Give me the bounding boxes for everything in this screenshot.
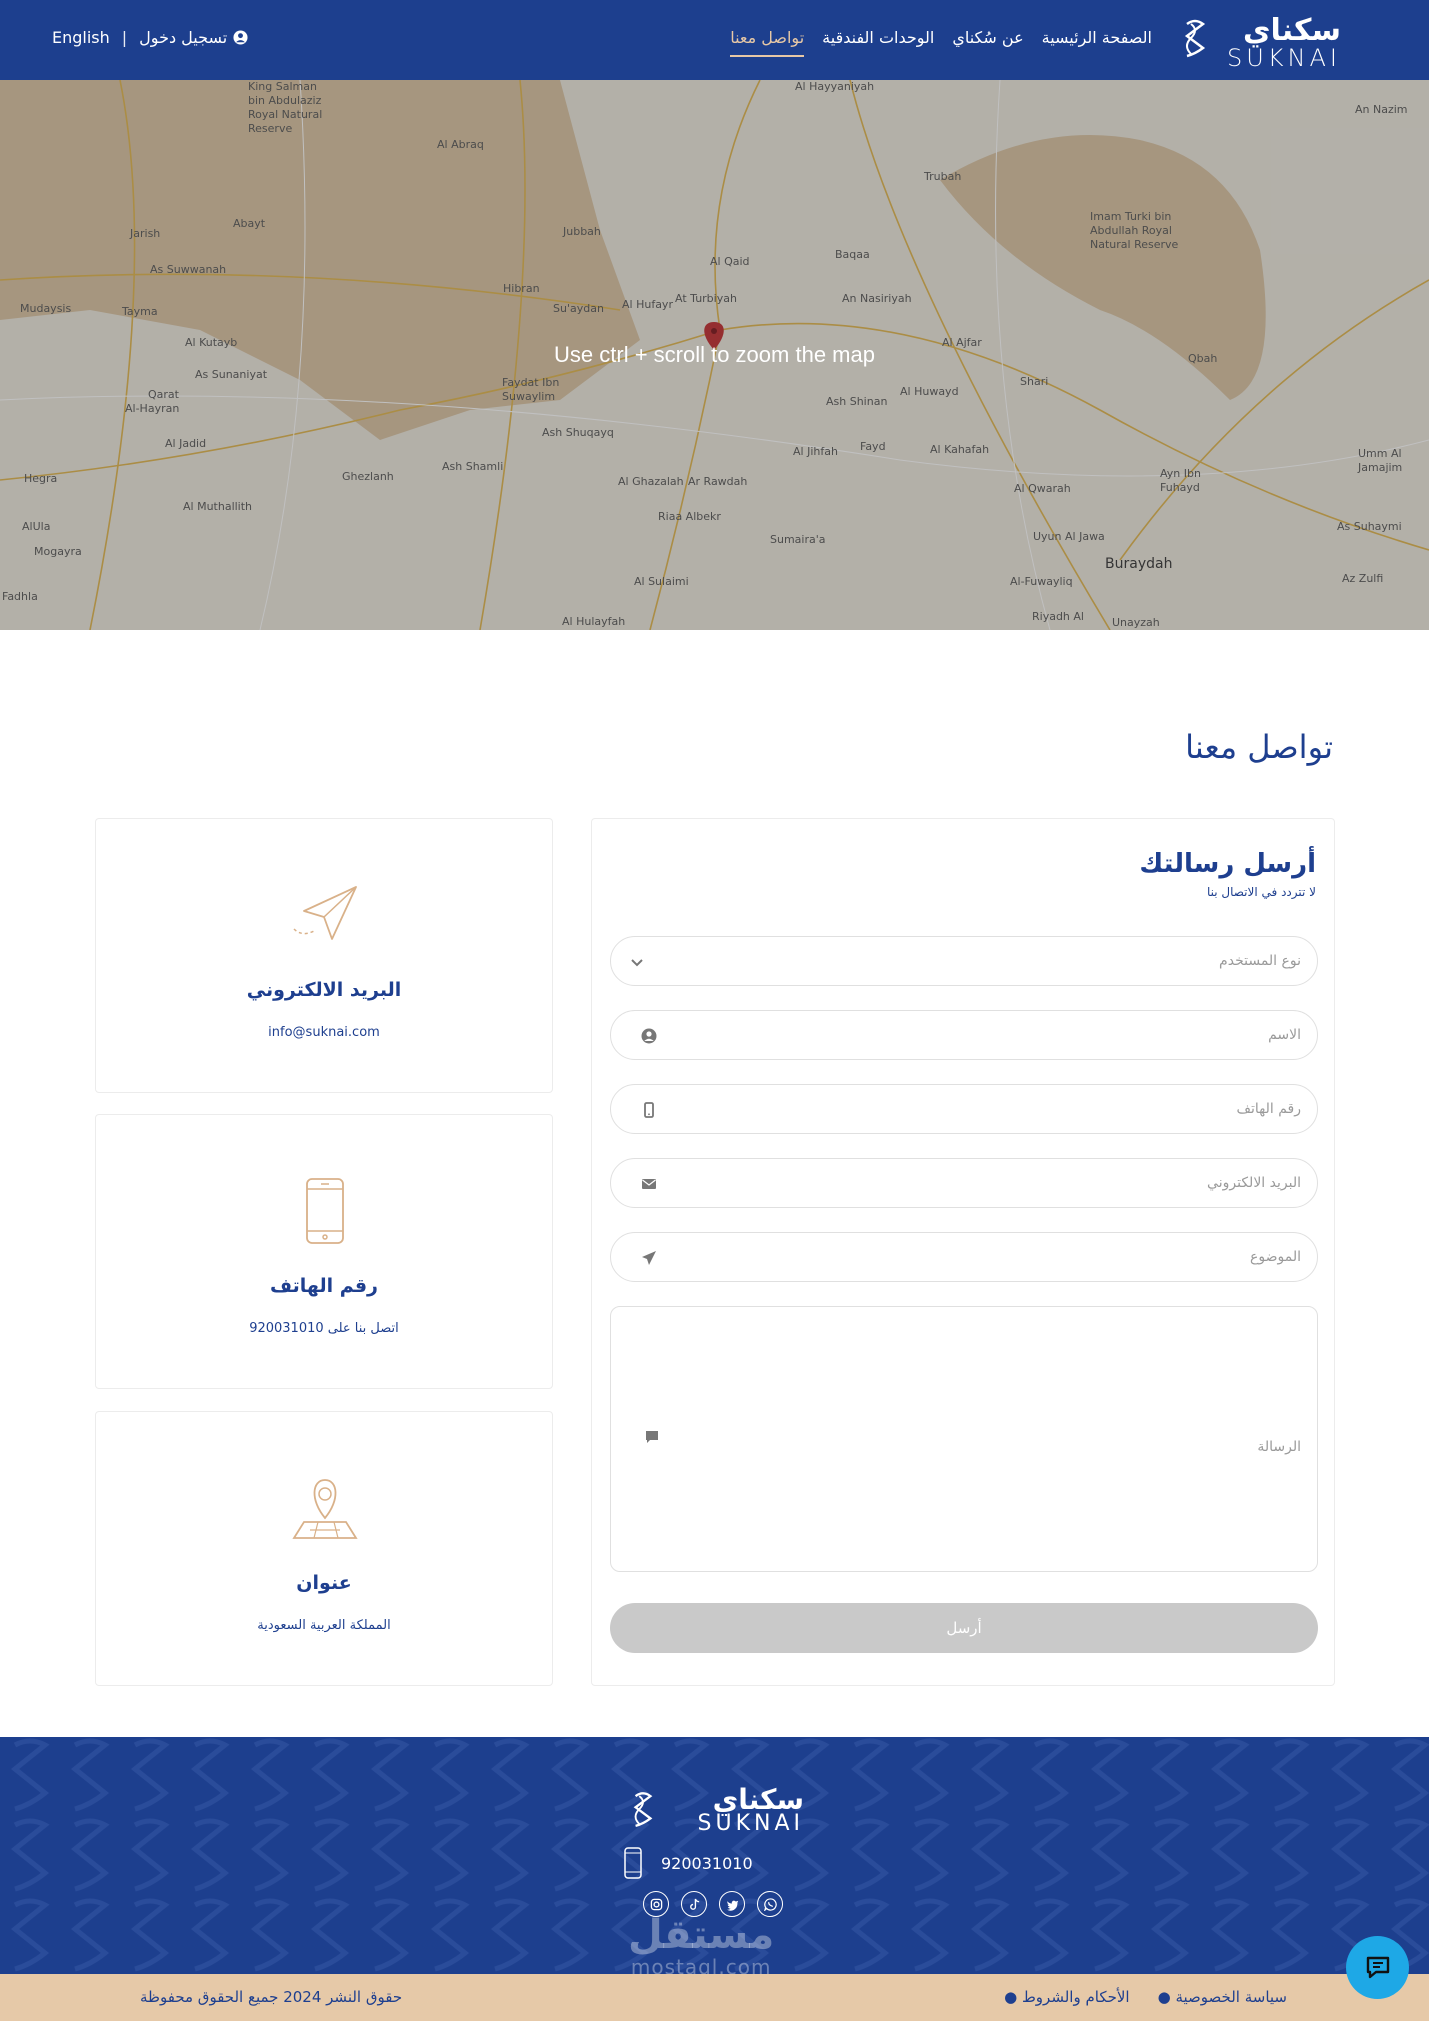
- main-nav: الصفحة الرئيسية عن سُكناي الوحدات الفندق…: [730, 28, 1152, 57]
- user-type-placeholder: نوع المستخدم: [1219, 953, 1301, 969]
- legal-links: ● سياسة الخصوصية ● الأحكام والشروط: [1004, 1988, 1287, 2006]
- watermark-english: mostaql.com: [630, 1955, 772, 1974]
- email-field[interactable]: البريد الالكتروني: [610, 1158, 1318, 1208]
- email-card-value[interactable]: info@suknai.com: [96, 1025, 552, 1040]
- language-switch[interactable]: English: [52, 28, 110, 47]
- chat-bubble-icon: [1366, 1956, 1389, 1978]
- footer-bottom-bar: حقوق النشر 2024 جميع الحقوق محفوظة ● سيا…: [0, 1974, 1429, 2021]
- form-subheading: لا تتردد في الاتصال بنا: [1206, 885, 1316, 899]
- email-card: البريد الالكتروني info@suknai.com: [95, 818, 553, 1093]
- logo-english: SUKNAI: [1227, 44, 1341, 72]
- login-label: تسجيل دخول: [139, 28, 228, 47]
- mobile-phone-icon: [306, 1178, 344, 1244]
- name-placeholder: الاسم: [1268, 1027, 1301, 1043]
- mostaql-watermark: مستقل mostaql.com: [628, 1915, 774, 1974]
- envelope-icon: [642, 1179, 656, 1189]
- location-map[interactable]: Al Hayyaniyah Al Abraq Jubbah Al Qaid Ba…: [0, 80, 1429, 630]
- submit-button[interactable]: أرسل: [610, 1603, 1318, 1653]
- comment-icon: [646, 1431, 658, 1443]
- phone-card-title: رقم الهاتف: [270, 1275, 378, 1297]
- nav-contact[interactable]: تواصل معنا: [730, 28, 804, 57]
- chevron-down-icon: [631, 959, 643, 967]
- user-type-select[interactable]: نوع المستخدم: [610, 936, 1318, 986]
- map-zoom-message: Use ctrl + scroll to zoom the map: [554, 342, 875, 367]
- phone-card-value[interactable]: اتصل بنا على 920031010: [96, 1321, 552, 1336]
- phone-card: رقم الهاتف اتصل بنا على 920031010: [95, 1114, 553, 1389]
- address-card-value: المملكة العربية السعودية: [257, 1618, 391, 1633]
- name-field[interactable]: الاسم: [610, 1010, 1318, 1060]
- top-actions: English | تسجيل دخول: [52, 28, 248, 47]
- privacy-label: سياسة الخصوصية: [1175, 1988, 1287, 2006]
- footer-logo-english: SUKNAI: [697, 1811, 804, 1836]
- user-icon: [641, 1028, 657, 1044]
- terms-link[interactable]: ● الأحكام والشروط: [1004, 1988, 1130, 2006]
- privacy-link[interactable]: ● سياسة الخصوصية: [1158, 1988, 1287, 2006]
- footer: سكناي SUKNAI 920031010 مستقل mostaql.com: [0, 1737, 1429, 1974]
- logo-mark-icon: [633, 1792, 653, 1827]
- page-title: تواصل معنا: [1185, 728, 1333, 766]
- terms-label: الأحكام والشروط: [1021, 1988, 1130, 2006]
- nav-about[interactable]: عن سُكناي: [952, 28, 1023, 47]
- footer-phone-number: 920031010: [661, 1853, 753, 1873]
- footer-logo[interactable]: سكناي SUKNAI: [626, 1783, 804, 1837]
- watermark-arabic: مستقل: [628, 1912, 775, 1958]
- form-header: أرسل رسالتك لا تتردد في الاتصال بنا: [1139, 849, 1316, 899]
- subject-placeholder: الموضوع: [1250, 1249, 1301, 1265]
- login-link[interactable]: تسجيل دخول: [139, 28, 248, 47]
- separator: |: [121, 28, 128, 47]
- top-navbar: سكناي SUKNAI الصفحة الرئيسية عن سُكناي ا…: [0, 0, 1429, 80]
- phone-placeholder: رقم الهاتف: [1236, 1101, 1301, 1117]
- logo-mark-icon: [1184, 19, 1206, 58]
- map-location-icon: [292, 1479, 358, 1539]
- chat-button[interactable]: [1346, 1936, 1409, 1999]
- phone-field[interactable]: رقم الهاتف: [610, 1084, 1318, 1134]
- paper-plane-icon: [642, 1251, 656, 1265]
- form-heading: أرسل رسالتك: [1139, 849, 1316, 879]
- footer-phone[interactable]: 920031010: [623, 1847, 753, 1879]
- address-card-title: عنوان: [296, 1572, 352, 1594]
- subject-field[interactable]: الموضوع: [610, 1232, 1318, 1282]
- message-placeholder: الرسالة: [1257, 1439, 1301, 1455]
- logo-arabic: سكناي: [1243, 13, 1341, 48]
- copyright-text: حقوق النشر 2024 جميع الحقوق محفوظة: [140, 1988, 403, 2006]
- mobile-icon: [624, 1847, 642, 1879]
- email-placeholder: البريد الالكتروني: [1207, 1175, 1301, 1191]
- email-card-title: البريد الالكتروني: [246, 979, 402, 1001]
- nav-units[interactable]: الوحدات الفندقية: [822, 28, 934, 47]
- contact-form: أرسل رسالتك لا تتردد في الاتصال بنا نوع …: [591, 818, 1335, 1686]
- message-field[interactable]: الرسالة: [610, 1306, 1318, 1572]
- suknai-logo[interactable]: سكناي SUKNAI: [1171, 13, 1341, 72]
- address-card: عنوان المملكة العربية السعودية: [95, 1411, 553, 1686]
- nav-home[interactable]: الصفحة الرئيسية: [1042, 28, 1152, 47]
- user-circle-icon: [233, 30, 248, 45]
- mobile-icon: [644, 1102, 654, 1118]
- paper-plane-icon: [293, 886, 357, 940]
